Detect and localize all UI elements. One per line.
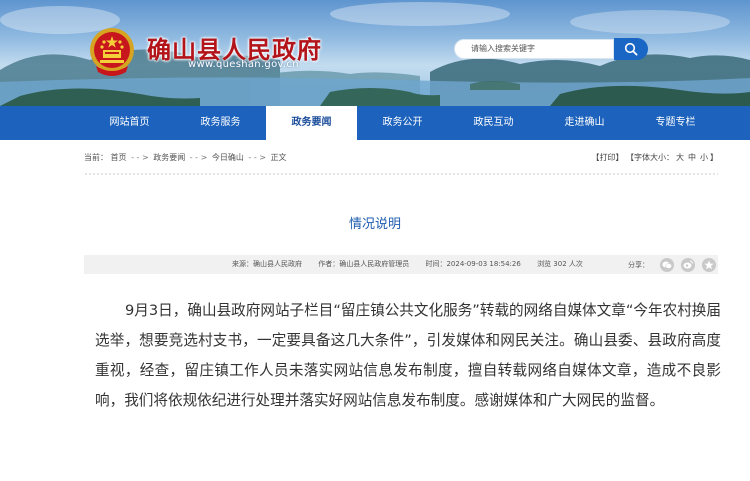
search-button[interactable] (614, 38, 648, 60)
header-banner: 确山县人民政府 www.queshan.gov.cn 请输入搜索关键字 (0, 0, 750, 106)
national-emblem-icon (86, 26, 138, 78)
font-large-button[interactable]: 大 (676, 153, 684, 162)
print-button[interactable]: 【打印】 (591, 153, 623, 162)
search-icon (624, 42, 638, 56)
share-label: 分享： (628, 260, 649, 269)
breadcrumb-separator: - - > (131, 152, 149, 162)
nav-item-open-government[interactable]: 政务公开 (357, 106, 448, 140)
breadcrumb-item-home[interactable]: 首页 (111, 153, 127, 162)
breadcrumb-prefix: 当前： (84, 152, 108, 162)
breadcrumb-item-news[interactable]: 政务要闻 (153, 153, 185, 162)
nav-item-topics[interactable]: 专题专栏 (630, 106, 721, 140)
font-medium-button[interactable]: 中 (688, 153, 696, 162)
article-title: 情况说明 (348, 217, 401, 232)
breadcrumb: 当前： 首页 - - > 政务要闻 - - > 今日确山 - - > 正文 (84, 152, 287, 163)
search-input[interactable]: 请输入搜索关键字 (454, 39, 614, 59)
article-views: 浏览 302 人次 (537, 260, 583, 268)
breadcrumb-row: 当前： 首页 - - > 政务要闻 - - > 今日确山 - - > 正文 【打… (84, 148, 718, 166)
article-body: 9月3日，确山县政府网站子栏目“留庄镇公共文化服务”转载的网络自媒体文章“今年农… (95, 302, 721, 409)
article-author: 作者：确山县人民政府管理员 (318, 260, 410, 268)
dotted-divider (84, 172, 718, 176)
font-size-label: 【字体大小： (626, 152, 674, 162)
main-nav: 网站首页 政务服务 政务要闻 政务公开 政民互动 走进确山 专题专栏 (0, 106, 750, 140)
nav-item-news[interactable]: 政务要闻 (266, 106, 357, 140)
site-url: www.queshan.gov.cn (188, 59, 299, 70)
font-size-close: 】 (710, 152, 718, 162)
nav-item-services[interactable]: 政务服务 (175, 106, 266, 140)
font-small-button[interactable]: 小 (700, 153, 708, 162)
wechat-icon[interactable] (660, 257, 674, 272)
breadcrumb-separator: - - > (248, 152, 266, 162)
breadcrumb-item-current: 正文 (270, 152, 287, 162)
article-source: 来源：确山县人民政府 (232, 260, 302, 268)
share-bar: 分享： (628, 256, 716, 273)
nav-item-interaction[interactable]: 政民互动 (448, 106, 539, 140)
nav-item-home[interactable]: 网站首页 (84, 106, 175, 140)
nav-item-about[interactable]: 走进确山 (539, 106, 630, 140)
article-time: 时间：2024-09-03 18:54:26 (425, 260, 521, 268)
weibo-icon[interactable] (681, 257, 695, 272)
article-tools: 【打印】 【字体大小：大中小】 (591, 152, 718, 163)
article-meta-bar: 来源：确山县人民政府 作者：确山县人民政府管理员 时间：2024-09-03 1… (84, 255, 718, 274)
breadcrumb-item-today[interactable]: 今日确山 (212, 153, 244, 162)
qzone-icon[interactable] (702, 257, 716, 272)
breadcrumb-separator: - - > (189, 152, 208, 162)
